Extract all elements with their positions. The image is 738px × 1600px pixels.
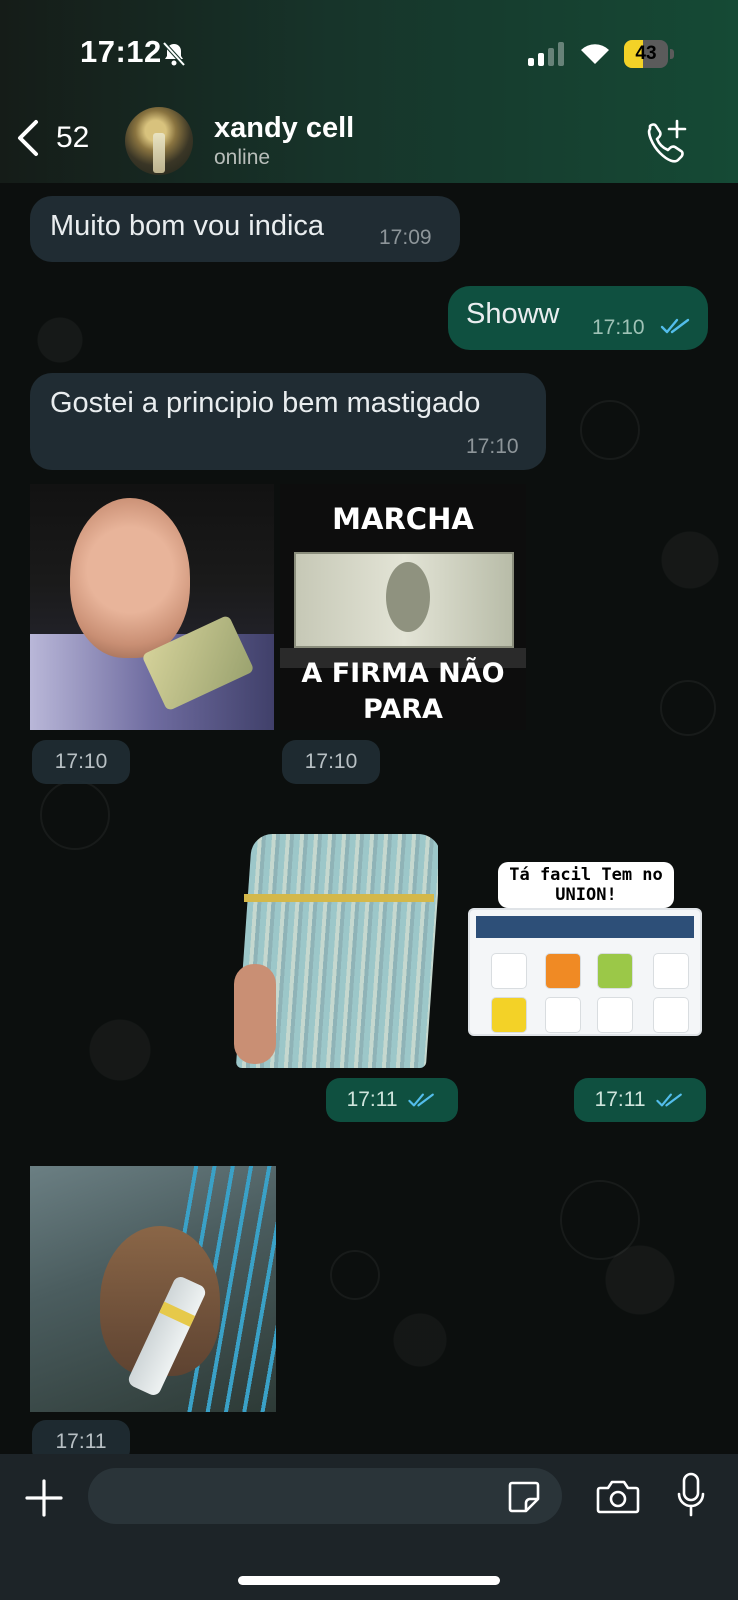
read-receipt-icon [656, 1093, 683, 1107]
message-input[interactable] [88, 1468, 562, 1524]
read-receipt-icon [408, 1093, 435, 1107]
contact-avatar[interactable] [125, 107, 193, 175]
sticker-image[interactable] [234, 824, 438, 1068]
cellular-signal-icon [528, 42, 564, 66]
sticker-image[interactable]: Tá facil Tem no UNION! [468, 858, 704, 1038]
message-time-outgoing: 17:11 [574, 1078, 706, 1122]
message-time-outgoing: 17:11 [326, 1078, 458, 1122]
message-time: 17:09 [379, 226, 432, 249]
message-time: 17:10 [32, 740, 130, 784]
home-indicator [238, 1576, 500, 1585]
microphone-icon[interactable] [676, 1472, 706, 1518]
sticker-caption-top: MARCHA [332, 502, 474, 536]
message-bubble-outgoing[interactable]: Showw 17:10 [448, 286, 708, 350]
back-button[interactable]: 52 [14, 118, 89, 158]
bell-slash-icon [162, 41, 186, 67]
add-call-icon[interactable] [640, 118, 688, 166]
message-text: Showw [466, 298, 560, 330]
message-time: 17:11 [346, 1088, 398, 1111]
wifi-icon [581, 44, 609, 64]
chevron-left-icon [18, 120, 38, 156]
battery-percent: 43 [635, 43, 657, 64]
message-text: Gostei a principio bem mastigado [50, 387, 481, 419]
battery-indicator: 43 [624, 40, 674, 68]
message-time: 17:11 [594, 1088, 646, 1111]
sticker-image[interactable] [30, 484, 274, 730]
contact-status: online [214, 146, 271, 169]
message-time: 17:10 [592, 316, 645, 339]
chat-header: 17:12 43 52 xandy cell online [0, 0, 738, 183]
message-bubble-incoming[interactable]: Gostei a principio bem mastigado 17:10 [30, 373, 546, 470]
read-receipt-icon [660, 318, 690, 334]
message-text: Muito bom vou indica [50, 210, 325, 242]
message-time: 17:10 [282, 740, 380, 784]
message-bubble-incoming[interactable]: Muito bom vou indica 17:09 [30, 196, 460, 262]
sticker-icon[interactable] [506, 1479, 542, 1515]
camera-icon[interactable] [596, 1478, 640, 1516]
unread-count: 52 [56, 121, 90, 154]
status-bar-time: 17:12 [80, 34, 162, 69]
contact-name[interactable]: xandy cell [214, 112, 354, 145]
sticker-image[interactable]: MARCHA A FIRMA NÃO PARA [280, 484, 526, 730]
sticker-image[interactable] [30, 1166, 276, 1412]
message-time: 17:10 [466, 435, 519, 458]
plus-icon[interactable] [24, 1478, 64, 1518]
sticker-caption-bottom: A FIRMA NÃO PARA [301, 658, 505, 725]
sticker-caption: Tá facil Tem no UNION! [498, 862, 674, 908]
